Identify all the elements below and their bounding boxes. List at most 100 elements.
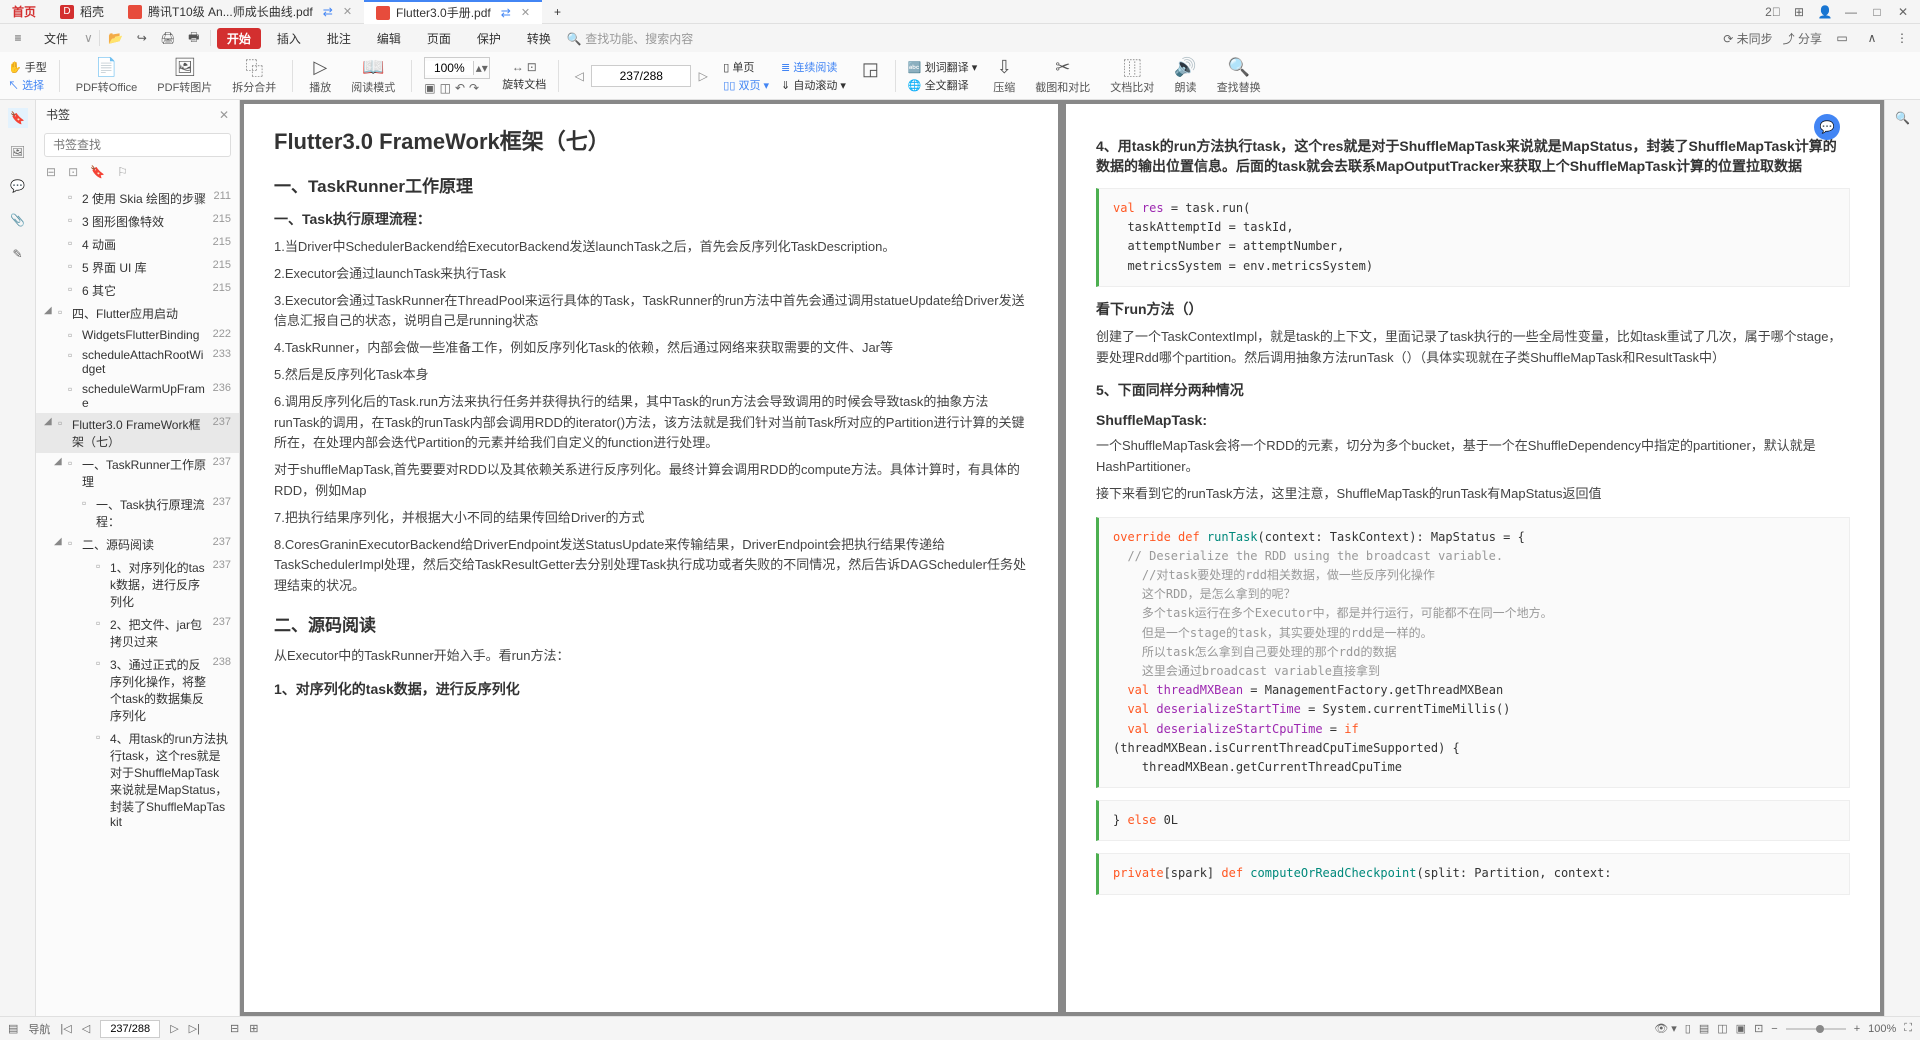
read-mode-button[interactable]: 📖阅读模式 xyxy=(347,55,399,97)
text-compare-button[interactable]: ⿲文档比对 xyxy=(1106,55,1158,97)
bookmark-item[interactable]: ▫4 动画215 xyxy=(36,233,239,256)
hamburger-icon[interactable]: ≡ xyxy=(8,28,28,48)
bookmark-item[interactable]: ▫scheduleAttachRootWidget233 xyxy=(36,345,239,379)
rotate-left-icon[interactable]: ↶ xyxy=(455,81,465,95)
compress-button[interactable]: ⇩压缩 xyxy=(989,55,1019,97)
menu-start[interactable]: 开始 xyxy=(217,28,261,49)
bookmark-item[interactable]: ▫WidgetsFlutterBinding222 xyxy=(36,325,239,345)
bookmark-item[interactable]: ▫2 使用 Skia 绘图的步骤211 xyxy=(36,187,239,210)
double-page-button[interactable]: ▯▯ 双页 ▾ xyxy=(723,77,769,93)
collapse-icon[interactable]: ⊡ xyxy=(68,165,78,179)
open-icon[interactable]: 📂 xyxy=(106,28,126,48)
window-num-icon[interactable]: 2⃞ xyxy=(1764,3,1782,21)
continuous-read-button[interactable]: ≣ 连续阅读 xyxy=(781,59,846,75)
layout4-icon[interactable]: ▣ xyxy=(1736,1022,1746,1035)
bookmark-item[interactable]: ◢▫四、Flutter应用启动 xyxy=(36,302,239,325)
menu-page[interactable]: 页面 xyxy=(417,28,461,49)
zoom-in-icon[interactable]: + xyxy=(1854,1023,1860,1035)
zoom-out-icon[interactable]: − xyxy=(1771,1023,1777,1035)
expand-icon[interactable]: ⊟ xyxy=(46,165,56,179)
word-translate-button[interactable]: 🔤 划词翻译 ▾ xyxy=(908,59,977,75)
fit-width-icon[interactable]: ↔ xyxy=(512,60,524,74)
select-tool[interactable]: ↖ 选择 xyxy=(8,77,47,93)
fullscreen-icon[interactable]: ⛶ xyxy=(1904,1022,1912,1035)
bookmark-item[interactable]: ▫4、用task的run方法执行task，这个res就是对于ShuffleMap… xyxy=(36,727,239,832)
bookmark-add-icon[interactable]: 🔖 xyxy=(90,165,105,179)
hand-tool[interactable]: ✋ 手型 xyxy=(8,59,47,75)
close-sidebar-icon[interactable]: ✕ xyxy=(219,108,229,122)
menu-edit[interactable]: 编辑 xyxy=(367,28,411,49)
print-icon[interactable]: 🖨 xyxy=(158,28,178,48)
pdf-to-office-button[interactable]: 📄PDF转Office xyxy=(72,55,142,97)
zoom-slider[interactable] xyxy=(1786,1028,1846,1030)
bookmark-icon[interactable]: 🔖 xyxy=(8,108,28,128)
menu-annotate[interactable]: 批注 xyxy=(317,28,361,49)
bookmark-item[interactable]: ▫3 图形图像特效215 xyxy=(36,210,239,233)
first-page-icon[interactable]: |◁ xyxy=(60,1022,71,1035)
screenshot-button[interactable]: ✂截图和对比 xyxy=(1031,55,1094,97)
edit-icon[interactable]: ✎ xyxy=(8,244,28,264)
rotate-right-icon[interactable]: ↷ xyxy=(469,81,479,95)
maximize-icon[interactable]: □ xyxy=(1868,3,1886,21)
page-input[interactable] xyxy=(591,65,691,87)
layout3-icon[interactable]: ◫ xyxy=(1717,1022,1727,1035)
tab-file-2[interactable]: Flutter3.0手册.pdf⇄✕ xyxy=(364,0,542,24)
document-area[interactable]: 💬 Flutter3.0 FrameWork框架（七） 一、TaskRunner… xyxy=(240,100,1884,1016)
bookmark-item[interactable]: ◢▫Flutter3.0 FrameWork框架（七）237 xyxy=(36,413,239,453)
transfer-icon[interactable]: ⇄ xyxy=(501,6,511,20)
layout1-icon[interactable]: ▯ xyxy=(1685,1022,1691,1035)
bookmark-item[interactable]: ▫scheduleWarmUpFrame236 xyxy=(36,379,239,413)
menu-insert[interactable]: 插入 xyxy=(267,28,311,49)
menu-search[interactable]: 🔍 查找功能、搜索内容 xyxy=(567,30,693,47)
bookmark-item[interactable]: ▫5 界面 UI 库215 xyxy=(36,256,239,279)
menu-protect[interactable]: 保护 xyxy=(467,28,511,49)
close-icon[interactable]: ✕ xyxy=(343,5,352,18)
crop2-icon[interactable]: ◫ xyxy=(440,81,451,95)
read-aloud-button[interactable]: 🔊朗读 xyxy=(1170,55,1200,97)
next-page-button[interactable]: ▷ xyxy=(695,69,711,83)
menu-convert[interactable]: 转换 xyxy=(517,28,561,49)
bookmark-item[interactable]: ▫3、通过正式的反序列化操作，将整个task的数据集反序列化238 xyxy=(36,653,239,727)
prev-page-icon[interactable]: ◁ xyxy=(82,1022,90,1035)
tab-app[interactable]: D稻壳 xyxy=(48,0,116,24)
close-icon[interactable]: ✕ xyxy=(521,6,530,19)
chevron-up-icon[interactable]: ∧ xyxy=(1862,28,1882,48)
tab-home[interactable]: 首页 xyxy=(0,0,48,24)
last-page-icon[interactable]: ▷| xyxy=(189,1022,200,1035)
page-view-button[interactable]: ◲ xyxy=(858,57,883,95)
comment-icon[interactable]: 💬 xyxy=(8,176,28,196)
arrow-icon[interactable]: ↪ xyxy=(132,28,152,48)
print-settings-icon[interactable]: 🖶 xyxy=(184,28,204,48)
fit-icon[interactable]: ⊡ xyxy=(1754,1022,1763,1035)
bookmark-item[interactable]: ◢▫二、源码阅读237 xyxy=(36,533,239,556)
search-icon[interactable]: 🔍 xyxy=(1893,108,1913,128)
share-button[interactable]: ⤴ 分享 xyxy=(1783,30,1822,47)
bookmark-item[interactable]: ▫2、把文件、jar包拷贝过来237 xyxy=(36,613,239,653)
single-page-button[interactable]: ▯ 单页 xyxy=(723,59,769,75)
more-icon[interactable]: ⋮ xyxy=(1892,28,1912,48)
floating-chat-icon[interactable]: 💬 xyxy=(1814,114,1840,140)
transfer-icon[interactable]: ⇄ xyxy=(323,5,333,19)
tab-file-1[interactable]: 腾讯T10级 An...师成长曲线.pdf⇄✕ xyxy=(116,0,364,24)
play-button[interactable]: ▷播放 xyxy=(305,55,335,97)
unsync-label[interactable]: ⟳ 未同步 xyxy=(1723,30,1772,47)
nav-label[interactable]: 导航 xyxy=(28,1021,50,1037)
split-merge-button[interactable]: ⿻拆分合并 xyxy=(228,55,280,97)
full-translate-button[interactable]: 🌐 全文翻译 xyxy=(908,77,977,93)
thumbnails-icon[interactable]: 🖼 xyxy=(8,142,28,162)
zoom-out-status-icon[interactable]: ⊟ xyxy=(230,1022,239,1035)
bookmark-item[interactable]: ▫一、Task执行原理流程：237 xyxy=(36,493,239,533)
zoom-input[interactable]: ▴▾ xyxy=(424,57,490,79)
status-page-input[interactable] xyxy=(100,1020,160,1038)
close-window-icon[interactable]: ✕ xyxy=(1894,3,1912,21)
next-page-icon[interactable]: ▷ xyxy=(170,1022,178,1035)
fit-page-icon[interactable]: ⊡ xyxy=(527,60,537,74)
layout2-icon[interactable]: ▤ xyxy=(1699,1022,1709,1035)
layout-icon[interactable]: ▭ xyxy=(1832,28,1852,48)
crop-icon[interactable]: ▣ xyxy=(424,81,435,95)
minimize-icon[interactable]: — xyxy=(1842,3,1860,21)
nav-icon[interactable]: ▤ xyxy=(8,1022,18,1035)
eye-icon[interactable]: 👁 ▾ xyxy=(1654,1022,1677,1035)
zoom-value[interactable]: 100% xyxy=(1868,1023,1896,1035)
find-replace-button[interactable]: 🔍查找替换 xyxy=(1213,55,1265,97)
